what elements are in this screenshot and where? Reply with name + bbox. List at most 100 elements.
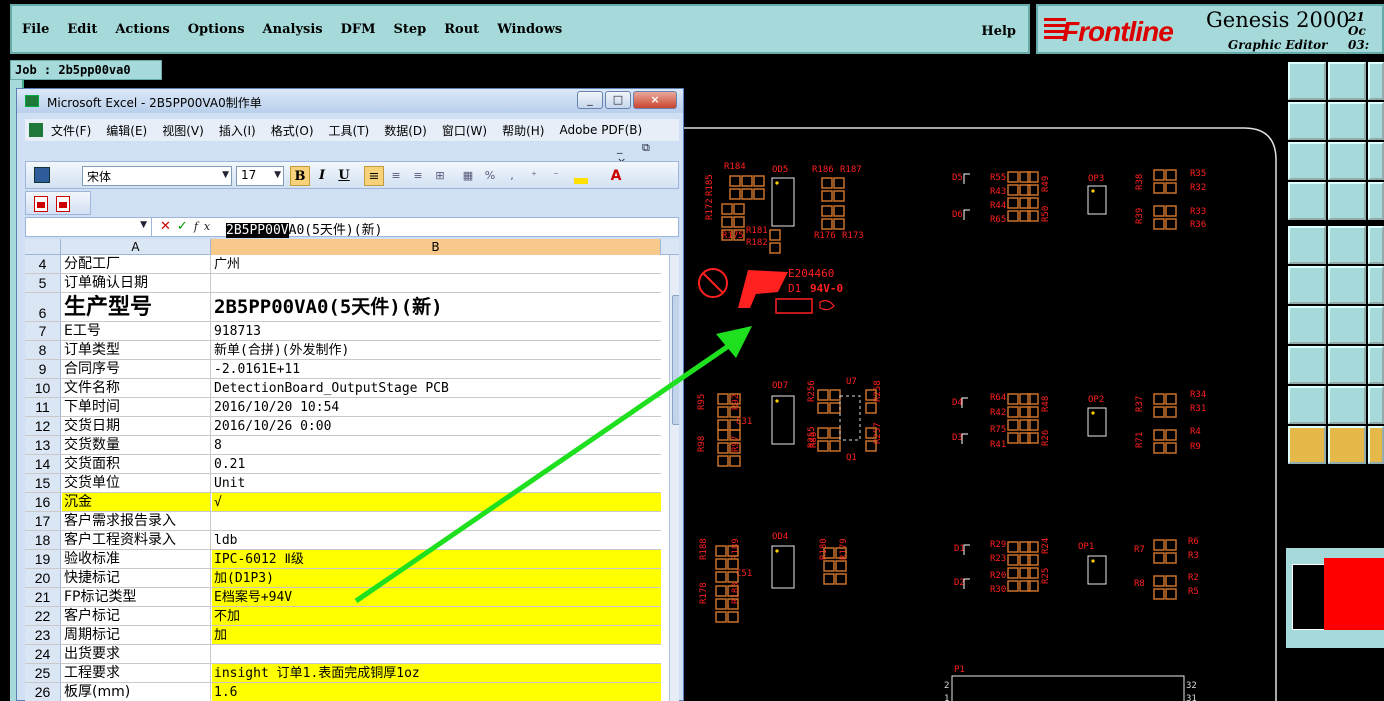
save-icon[interactable] — [34, 167, 50, 183]
xl-menu-file[interactable]: 文件(F) — [51, 122, 91, 139]
toolbar-button[interactable] — [1328, 266, 1366, 304]
toolbar-button[interactable] — [1368, 142, 1384, 180]
align-left-icon[interactable]: ≡ — [364, 166, 384, 186]
row-header[interactable]: 24 — [25, 645, 61, 663]
toolbar-button[interactable] — [1368, 306, 1384, 344]
row-header[interactable]: 17 — [25, 512, 61, 530]
percent-icon[interactable]: % — [480, 166, 500, 186]
cell-a[interactable]: 客户需求报告录入 — [62, 512, 211, 530]
row-header[interactable]: 19 — [25, 550, 61, 568]
xl-menu-tools[interactable]: 工具(T) — [329, 122, 370, 139]
currency-icon[interactable]: ▦ — [458, 166, 478, 186]
toolbar-button[interactable] — [1328, 102, 1366, 140]
name-box[interactable]: ▼ — [26, 218, 152, 236]
row-header[interactable]: 14 — [25, 455, 61, 473]
row-header[interactable]: 6 — [25, 293, 61, 321]
cell-a[interactable]: 客户工程资料录入 — [62, 531, 211, 549]
toolbar-button[interactable] — [1328, 142, 1366, 180]
menu-rout[interactable]: Rout — [444, 22, 479, 37]
menu-step[interactable]: Step — [393, 22, 426, 37]
menu-help[interactable]: Help — [981, 24, 1016, 39]
cell-a[interactable]: 分配工厂 — [62, 255, 211, 273]
cell-b[interactable]: 广州 — [212, 255, 661, 273]
cell-b[interactable]: Unit — [212, 474, 661, 492]
menu-windows[interactable]: Windows — [497, 22, 562, 37]
cell-a[interactable]: 周期标记 — [62, 626, 211, 644]
row-header[interactable]: 23 — [25, 626, 61, 644]
cell-a[interactable]: 板厚(mm) — [62, 683, 211, 701]
cell-a[interactable]: E工号 — [62, 322, 211, 340]
cell-b[interactable]: 加(D1P3) — [212, 569, 661, 587]
row-header[interactable]: 12 — [25, 417, 61, 435]
toolbar-button[interactable] — [1328, 426, 1366, 464]
toolbar-button[interactable] — [1288, 386, 1326, 424]
cell-b[interactable]: 8 — [212, 436, 661, 454]
toolbar-button[interactable] — [1368, 346, 1384, 384]
fill-color-icon[interactable] — [574, 178, 588, 184]
cell-a[interactable]: 交货单位 — [62, 474, 211, 492]
cell-b[interactable]: 2016/10/20 10:54 — [212, 398, 661, 416]
cell-a[interactable]: 订单确认日期 — [62, 274, 211, 292]
workbook-icon[interactable] — [29, 123, 43, 137]
cell-b[interactable]: 新单(合拼)(外发制作) — [212, 341, 661, 359]
toolbar-button[interactable] — [1368, 386, 1384, 424]
close-button[interactable]: × — [633, 91, 677, 109]
cell-b[interactable]: 2016/10/26 0:00 — [212, 417, 661, 435]
pdf-email-icon[interactable] — [56, 196, 70, 212]
bold-button[interactable]: B — [290, 166, 310, 186]
cell-b[interactable]: -2.0161E+11 — [212, 360, 661, 378]
xl-menu-insert[interactable]: 插入(I) — [219, 122, 256, 139]
row-header[interactable]: 16 — [25, 493, 61, 511]
minimap[interactable] — [1286, 548, 1384, 648]
cell-b[interactable] — [212, 645, 661, 663]
menu-dfm[interactable]: DFM — [341, 22, 376, 37]
menu-actions[interactable]: Actions — [115, 22, 169, 37]
cell-b[interactable]: 918713 — [212, 322, 661, 340]
toolbar-button[interactable] — [1368, 426, 1384, 464]
formula-input[interactable]: 2B5PP00VA0(5天件)(新) — [226, 219, 382, 238]
cell-a[interactable]: 快捷标记 — [62, 569, 211, 587]
comma-icon[interactable]: , — [502, 166, 522, 186]
cell-b[interactable] — [212, 512, 661, 530]
cell-a[interactable]: 工程要求 — [62, 664, 211, 682]
row-header[interactable]: 10 — [25, 379, 61, 397]
menu-analysis[interactable]: Analysis — [263, 22, 323, 37]
document-controls[interactable]: _ ⧉ × — [617, 141, 679, 168]
minimize-button[interactable]: _ — [577, 91, 603, 109]
insert-function-button[interactable]: fx — [194, 220, 216, 233]
scrollbar-thumb[interactable] — [672, 295, 679, 425]
cell-b[interactable]: 1.6 — [212, 683, 661, 701]
cell-a[interactable]: 验收标准 — [62, 550, 211, 568]
align-center-icon[interactable]: ≡ — [386, 166, 406, 186]
row-header[interactable]: 15 — [25, 474, 61, 492]
font-name-select[interactable]: 宋体 ▼ — [82, 166, 232, 186]
cancel-icon[interactable]: ✕ — [160, 219, 177, 234]
excel-window[interactable]: Microsoft Excel - 2B5PP00VA0制作单 _ □ × 文件… — [16, 88, 684, 701]
toolbar-button[interactable] — [1328, 182, 1366, 220]
xl-menu-format[interactable]: 格式(O) — [271, 122, 314, 139]
cell-a[interactable]: FP标记类型 — [62, 588, 211, 606]
cell-b[interactable]: IPC-6012 Ⅱ级 — [212, 550, 661, 568]
cell-a[interactable]: 文件名称 — [62, 379, 211, 397]
italic-button[interactable]: I — [312, 166, 332, 186]
cell-b[interactable]: 不加 — [212, 607, 661, 625]
cell-b[interactable]: 0.21 — [212, 455, 661, 473]
cell-a[interactable]: 客户标记 — [62, 607, 211, 625]
cell-b[interactable]: E档案号+94V — [212, 588, 661, 606]
xl-menu-view[interactable]: 视图(V) — [162, 122, 204, 139]
font-size-select[interactable]: 17 ▼ — [236, 166, 284, 186]
maximize-button[interactable]: □ — [605, 91, 631, 109]
menu-options[interactable]: Options — [188, 22, 245, 37]
toolbar-button[interactable] — [1288, 226, 1326, 264]
toolbar-button[interactable] — [1328, 386, 1366, 424]
merge-center-icon[interactable]: ⊞ — [430, 166, 450, 186]
row-header[interactable]: 7 — [25, 322, 61, 340]
xl-menu-help[interactable]: 帮助(H) — [502, 122, 544, 139]
toolbar-button[interactable] — [1368, 102, 1384, 140]
toolbar-button[interactable] — [1288, 62, 1326, 100]
cell-b[interactable]: DetectionBoard_OutputStage PCB — [212, 379, 661, 397]
row-header[interactable]: 26 — [25, 683, 61, 701]
menu-file[interactable]: File — [22, 22, 49, 37]
toolbar-button[interactable] — [1368, 226, 1384, 264]
excel-titlebar[interactable]: Microsoft Excel - 2B5PP00VA0制作单 _ □ × — [17, 89, 683, 113]
